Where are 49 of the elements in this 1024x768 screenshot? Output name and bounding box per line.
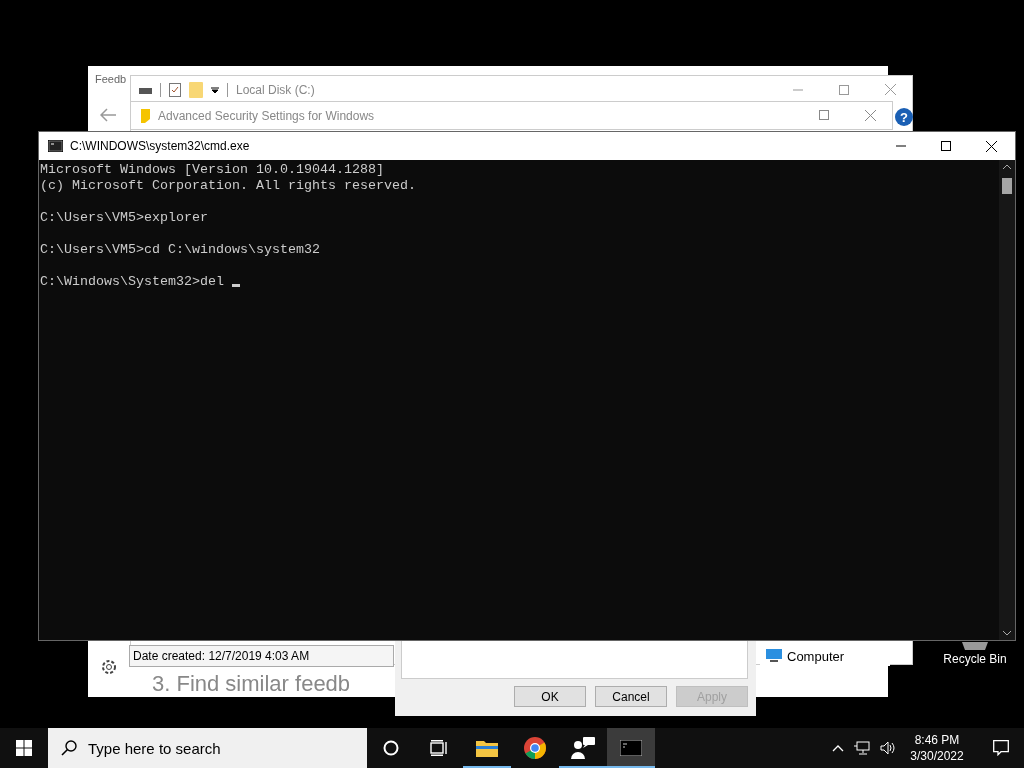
folder-icon [476, 739, 498, 757]
people-icon [571, 737, 595, 759]
section-heading: 3. Find similar feedb [152, 672, 351, 696]
clock-date[interactable]: 3/30/2022 [910, 748, 964, 764]
help-icon[interactable]: ? [895, 108, 913, 126]
folder-icon [141, 108, 150, 123]
scroll-thumb[interactable] [1002, 178, 1012, 194]
volume-icon[interactable] [880, 741, 896, 755]
notification-icon[interactable] [993, 740, 1009, 756]
task-view-icon[interactable] [430, 740, 448, 756]
console-line: (c) Microsoft Corporation. All rights reserved. [40, 178, 416, 194]
scroll-down-icon[interactable] [1002, 630, 1012, 636]
scrollbar[interactable] [999, 160, 1015, 640]
search-placeholder: Type here to search [88, 739, 221, 757]
start-icon[interactable] [16, 740, 32, 756]
console-line: C:\Users\VM5>cd C:\windows\system32 [40, 242, 320, 258]
chevron-up-icon[interactable] [832, 744, 844, 752]
text-area[interactable] [401, 640, 748, 679]
window-title: Feedb [95, 73, 127, 85]
search-icon [61, 740, 77, 756]
search-field[interactable]: Type here to search [48, 728, 367, 768]
console-line: Microsoft Windows [Version 10.0.19044.1288] [40, 162, 384, 178]
console-line: C:\Windows\System32>del [40, 274, 240, 290]
window-title: Local Disk (C:) [236, 82, 315, 97]
network-icon[interactable] [854, 741, 870, 755]
desktop-icon-label[interactable]: Recycle Bin [943, 652, 1007, 666]
console-icon[interactable] [48, 140, 63, 152]
dropdown-icon[interactable] [211, 85, 219, 94]
settings-icon[interactable] [100, 658, 118, 676]
browser-icon [524, 737, 546, 759]
taskbar-app[interactable] [607, 728, 655, 768]
computer-icon [766, 649, 782, 663]
console-icon [620, 740, 642, 756]
dialog-button[interactable]: Cancel [595, 686, 667, 707]
console-line: C:\Users\VM5>explorer [40, 210, 208, 226]
maximize-icon[interactable] [941, 141, 951, 151]
properties-icon[interactable] [169, 82, 181, 97]
close-icon[interactable] [986, 140, 997, 152]
nav-item[interactable]: Computer [760, 646, 890, 666]
window-title: C:\WINDOWS\system32\cmd.exe [70, 139, 250, 153]
dialog-button[interactable]: OK [514, 686, 586, 707]
text-cursor [231, 284, 240, 287]
back-arrow-icon[interactable] [100, 108, 116, 122]
circle-icon[interactable] [383, 740, 399, 756]
clock-time[interactable]: 8:46 PM [914, 732, 960, 748]
scroll-up-icon[interactable] [1002, 164, 1012, 170]
drive-icon[interactable] [139, 85, 152, 94]
window-title: Advanced Security Settings for Windows [158, 108, 375, 123]
details-text: Date created: 12/7/2019 4:03 AM [129, 645, 394, 667]
